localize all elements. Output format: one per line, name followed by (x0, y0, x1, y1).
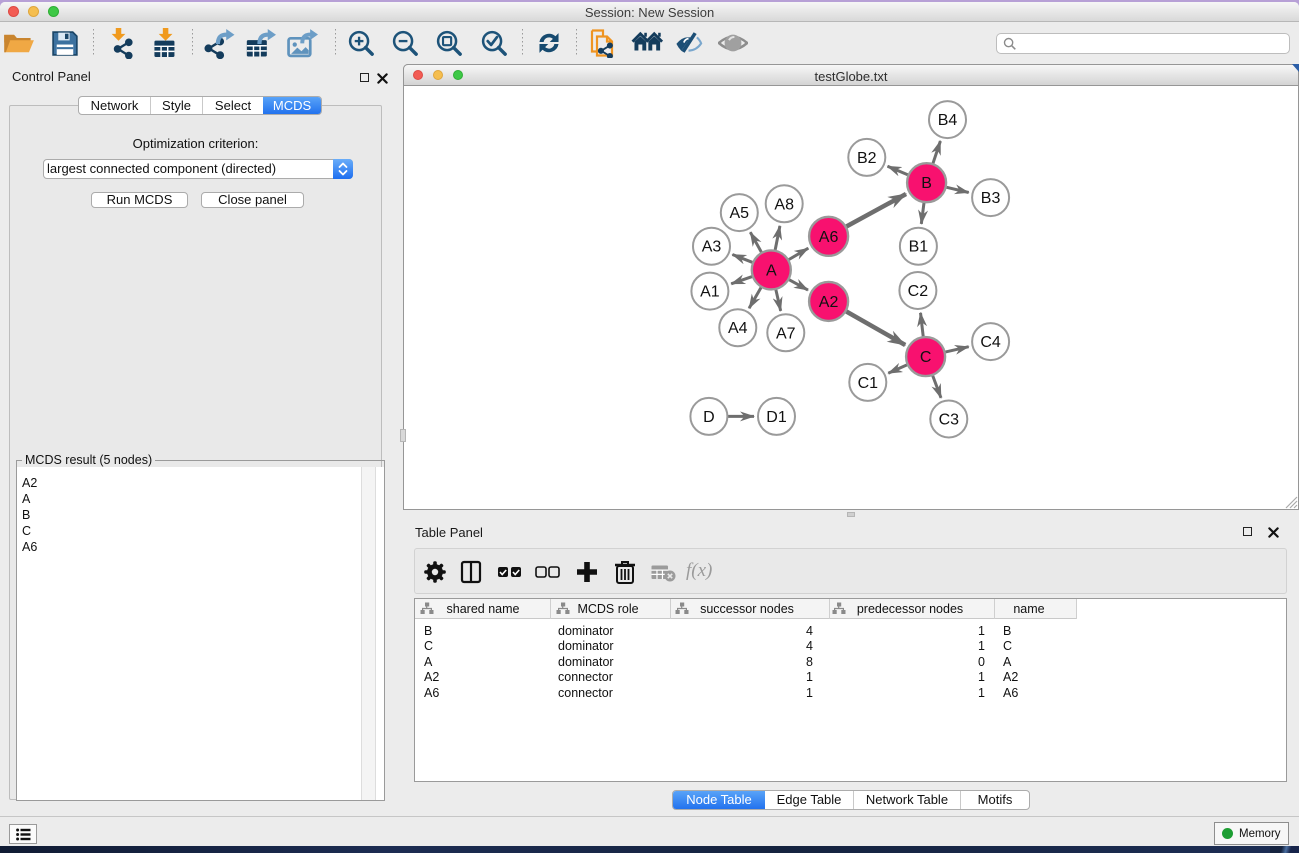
svg-text:A3: A3 (702, 239, 722, 256)
svg-text:C2: C2 (908, 283, 929, 300)
svg-text:B1: B1 (909, 239, 929, 256)
svg-text:B4: B4 (938, 112, 958, 129)
svg-text:B2: B2 (857, 150, 877, 167)
svg-text:D: D (703, 409, 715, 426)
svg-text:B: B (921, 175, 932, 192)
svg-text:B3: B3 (981, 190, 1001, 207)
svg-text:A7: A7 (776, 325, 796, 342)
svg-text:C3: C3 (939, 412, 960, 429)
svg-text:A6: A6 (819, 229, 839, 246)
svg-text:A5: A5 (730, 205, 750, 222)
svg-text:A2: A2 (819, 294, 839, 311)
svg-text:D1: D1 (766, 409, 787, 426)
svg-text:C1: C1 (858, 375, 879, 392)
svg-text:A8: A8 (774, 196, 794, 213)
svg-text:C4: C4 (980, 334, 1001, 351)
svg-text:C: C (920, 349, 932, 366)
svg-text:A1: A1 (700, 284, 720, 301)
svg-text:A: A (766, 262, 777, 279)
svg-text:A4: A4 (728, 320, 748, 337)
